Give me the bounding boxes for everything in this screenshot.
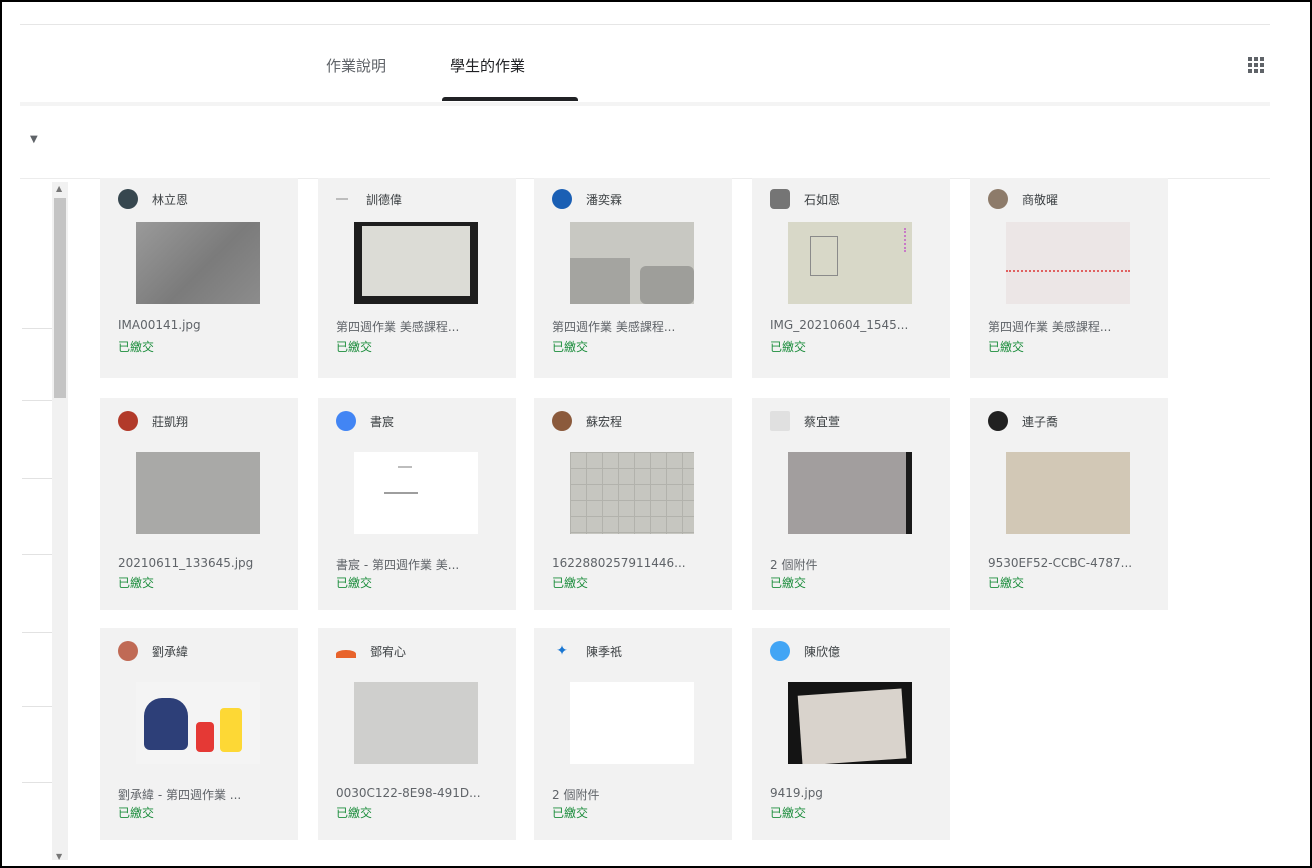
- student-name: 潘奕霖: [586, 192, 623, 207]
- attachment-filename[interactable]: 1622880257911446...: [552, 556, 720, 570]
- submission-card[interactable]: 莊凱翔 20210611_133645.jpg 已繳交: [100, 398, 298, 610]
- chevron-down-icon[interactable]: ▼: [30, 134, 38, 145]
- attachment-filename[interactable]: 20210611_133645.jpg: [118, 556, 286, 570]
- submission-card[interactable]: 鄧宥心 0030C122-8E98-491D... 已繳交: [318, 628, 516, 840]
- student-name: 蔡宜萱: [804, 414, 841, 429]
- avatar: [552, 411, 572, 431]
- submission-card[interactable]: 訓德偉 第四週作業 美感課程... 已繳交: [318, 178, 516, 378]
- submission-thumbnail[interactable]: [136, 682, 260, 764]
- active-tab-indicator: [442, 97, 578, 101]
- status-turned-in: 已繳交: [118, 806, 155, 820]
- status-turned-in: 已繳交: [770, 806, 807, 820]
- submission-thumbnail[interactable]: [354, 452, 478, 534]
- status-turned-in: 已繳交: [118, 576, 155, 590]
- avatar: [118, 189, 138, 209]
- avatar: [118, 411, 138, 431]
- student-name: 商敬曜: [1022, 192, 1059, 207]
- submission-card[interactable]: 書宸 書宸 - 第四週作業 美... 已繳交: [318, 398, 516, 610]
- status-turned-in: 已繳交: [336, 576, 373, 590]
- submission-thumbnail[interactable]: [1006, 452, 1130, 534]
- avatar: ✦: [556, 643, 568, 659]
- submission-card[interactable]: 連子喬 9530EF52-CCBC-4787... 已繳交: [970, 398, 1168, 610]
- submission-thumbnail[interactable]: [1006, 222, 1130, 304]
- header-divider: [20, 102, 1270, 106]
- attachment-filename[interactable]: 2 個附件: [770, 556, 938, 573]
- student-name: 劉承緯: [152, 644, 189, 659]
- top-bar: 作業說明 學生的作業: [20, 24, 1270, 103]
- student-name: 陳季祇: [586, 644, 623, 659]
- avatar: [988, 411, 1008, 431]
- student-name: 連子喬: [1022, 414, 1059, 429]
- avatar: [988, 189, 1008, 209]
- attachment-filename[interactable]: 第四週作業 美感課程...: [336, 318, 504, 335]
- submission-card[interactable]: 石如恩 IMG_20210604_1545... 已繳交: [752, 178, 950, 378]
- submission-thumbnail[interactable]: [788, 222, 912, 304]
- student-name: 鄧宥心: [370, 644, 407, 659]
- app-window: 作業說明 學生的作業 ▼ ▲ ▼ 林立恩 IMA00141.jpg 已繳交 訓德…: [0, 0, 1312, 868]
- attachment-filename[interactable]: 書宸 - 第四週作業 美...: [336, 556, 504, 573]
- avatar: [770, 411, 790, 431]
- submission-card[interactable]: 蔡宜萱 2 個附件 已繳交: [752, 398, 950, 610]
- status-turned-in: 已繳交: [770, 576, 807, 590]
- submission-card[interactable]: 林立恩 IMA00141.jpg 已繳交: [100, 178, 298, 378]
- status-turned-in: 已繳交: [988, 576, 1025, 590]
- scroll-up-arrow-icon[interactable]: ▲: [56, 184, 62, 193]
- status-turned-in: 已繳交: [336, 806, 373, 820]
- status-turned-in: 已繳交: [988, 340, 1025, 354]
- avatar: [770, 641, 790, 661]
- submission-thumbnail[interactable]: [788, 452, 912, 534]
- status-turned-in: 已繳交: [552, 340, 589, 354]
- tab-instructions[interactable]: 作業說明: [326, 55, 386, 76]
- submission-thumbnail[interactable]: [570, 222, 694, 304]
- submission-thumbnail[interactable]: [136, 222, 260, 304]
- scrollbar-thumb[interactable]: [54, 198, 66, 398]
- status-turned-in: 已繳交: [552, 576, 589, 590]
- submission-card[interactable]: ✦ 陳季祇 2 個附件 已繳交: [534, 628, 732, 840]
- submission-card[interactable]: 劉承緯 劉承緯 - 第四週作業 ... 已繳交: [100, 628, 298, 840]
- submission-card[interactable]: 陳欣億 9419.jpg 已繳交: [752, 628, 950, 840]
- status-turned-in: 已繳交: [552, 806, 589, 820]
- status-turned-in: 已繳交: [336, 340, 373, 354]
- avatar: [336, 198, 348, 200]
- avatar: [336, 411, 356, 431]
- attachment-filename[interactable]: IMA00141.jpg: [118, 318, 286, 332]
- student-name: 書宸: [370, 414, 395, 429]
- attachment-filename[interactable]: 2 個附件: [552, 786, 720, 803]
- avatar: [336, 650, 356, 658]
- submission-card[interactable]: 蘇宏程 1622880257911446... 已繳交: [534, 398, 732, 610]
- submission-thumbnail[interactable]: [354, 682, 478, 764]
- submission-thumbnail[interactable]: [354, 222, 478, 304]
- submission-card[interactable]: 潘奕霖 第四週作業 美感課程... 已繳交: [534, 178, 732, 378]
- student-name: 石如恩: [804, 192, 841, 207]
- student-name: 陳欣億: [804, 644, 841, 659]
- attachment-filename[interactable]: 第四週作業 美感課程...: [552, 318, 720, 335]
- avatar: [770, 189, 790, 209]
- student-name: 莊凱翔: [152, 414, 189, 429]
- submission-thumbnail[interactable]: [788, 682, 912, 764]
- attachment-filename[interactable]: 第四週作業 美感課程...: [988, 318, 1156, 335]
- scroll-down-arrow-icon[interactable]: ▼: [56, 852, 62, 861]
- submission-thumbnail[interactable]: [570, 682, 694, 764]
- tab-student-work[interactable]: 學生的作業: [450, 55, 525, 76]
- submission-thumbnail[interactable]: [136, 452, 260, 534]
- avatar: [118, 641, 138, 661]
- grid-apps-icon[interactable]: [1248, 57, 1264, 73]
- student-name: 蘇宏程: [586, 414, 623, 429]
- attachment-filename[interactable]: 9419.jpg: [770, 786, 938, 800]
- submission-thumbnail[interactable]: [570, 452, 694, 534]
- avatar: [552, 189, 572, 209]
- status-turned-in: 已繳交: [118, 340, 155, 354]
- student-name: 林立恩: [152, 192, 189, 207]
- submission-card[interactable]: 商敬曜 第四週作業 美感課程... 已繳交: [970, 178, 1168, 378]
- student-name: 訓德偉: [366, 192, 403, 207]
- attachment-filename[interactable]: 0030C122-8E98-491D...: [336, 786, 504, 800]
- attachment-filename[interactable]: 劉承緯 - 第四週作業 ...: [118, 786, 286, 803]
- attachment-filename[interactable]: 9530EF52-CCBC-4787...: [988, 556, 1156, 570]
- status-turned-in: 已繳交: [770, 340, 807, 354]
- attachment-filename[interactable]: IMG_20210604_1545...: [770, 318, 938, 332]
